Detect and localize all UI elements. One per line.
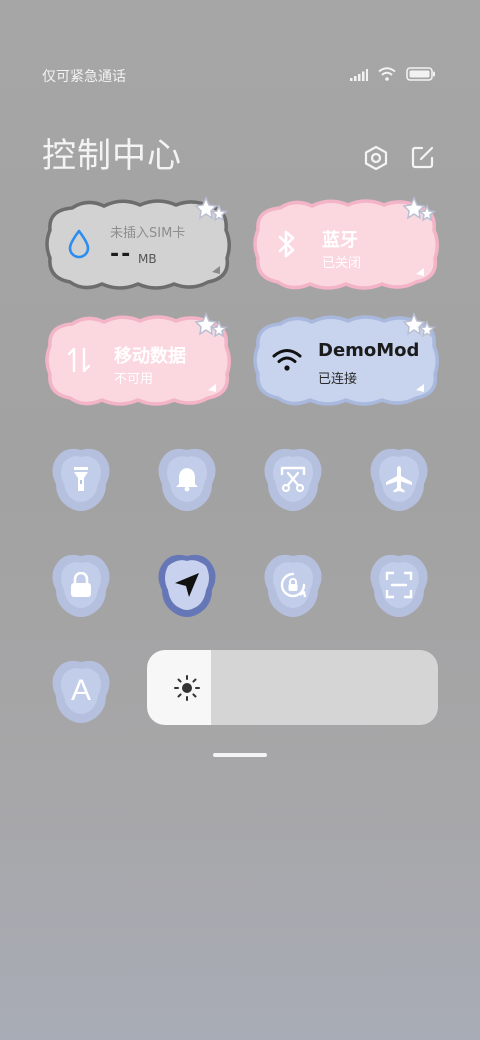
mobile-data-status: 不可用: [114, 372, 154, 387]
edit-button[interactable]: [408, 144, 438, 174]
status-icons: [350, 66, 436, 85]
mobile-data-title: 移动数据: [114, 346, 186, 367]
settings-hexagon-icon: [363, 145, 389, 175]
rotation-lock-toggle[interactable]: [260, 550, 326, 620]
airplane-toggle[interactable]: [366, 444, 432, 514]
rotation-lock-icon: [278, 570, 308, 600]
brightness-slider[interactable]: [147, 650, 438, 725]
scan-icon: [385, 571, 413, 599]
wifi-network-name: DemoMode: [318, 340, 418, 361]
sun-icon: [173, 674, 201, 702]
star-decoration-icon: [402, 196, 436, 230]
battery-icon: [406, 66, 436, 85]
bluetooth-status: 已关闭: [322, 256, 362, 271]
scissors-screenshot-icon: [279, 465, 307, 493]
data-usage-label: 未插入SIM卡: [110, 226, 186, 241]
signal-icon: [350, 66, 368, 85]
mobile-data-tile[interactable]: 移动数据 不可用: [42, 312, 232, 408]
data-usage-tile[interactable]: 未插入SIM卡 -- MB: [42, 196, 232, 292]
flashlight-icon: [72, 466, 90, 492]
scanner-toggle[interactable]: [366, 550, 432, 620]
location-toggle[interactable]: [154, 550, 220, 620]
auto-brightness-toggle[interactable]: A: [48, 656, 114, 726]
data-usage-unit: MB: [138, 252, 157, 266]
data-usage-value: --: [110, 242, 133, 267]
star-decoration-icon: [194, 196, 228, 230]
lock-icon: [69, 572, 93, 598]
wifi-icon: [272, 344, 302, 376]
bluetooth-tile[interactable]: 蓝牙 已关闭: [250, 196, 440, 292]
status-carrier-text: 仅可紧急通话: [42, 69, 126, 85]
wifi-icon: [378, 66, 396, 85]
star-decoration-icon: [194, 312, 228, 346]
edit-icon: [410, 144, 436, 174]
auto-brightness-icon: A: [70, 674, 91, 707]
mobile-data-arrows-icon: [64, 344, 94, 376]
wifi-status: 已连接: [318, 372, 358, 387]
bell-icon: [175, 466, 199, 492]
bluetooth-icon: [272, 228, 302, 260]
ringer-toggle[interactable]: [154, 444, 220, 514]
bluetooth-title: 蓝牙: [322, 230, 358, 251]
screenshot-toggle[interactable]: [260, 444, 326, 514]
lock-toggle[interactable]: [48, 550, 114, 620]
location-arrow-icon: [173, 571, 201, 599]
panel-drag-handle[interactable]: [213, 753, 267, 757]
wifi-tile[interactable]: DemoMode 已连接: [250, 312, 440, 408]
water-drop-icon: [64, 228, 94, 260]
page-title: 控制中心: [42, 136, 182, 176]
airplane-icon: [384, 464, 414, 494]
settings-button[interactable]: [361, 145, 391, 175]
flashlight-toggle[interactable]: [48, 444, 114, 514]
